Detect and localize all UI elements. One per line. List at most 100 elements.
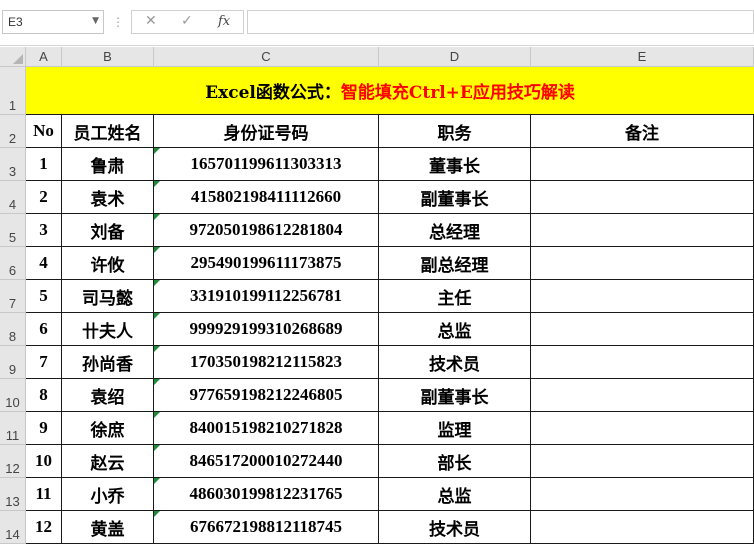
cell-note[interactable]: [531, 313, 754, 346]
row-header-9[interactable]: 9: [0, 346, 26, 379]
cell-note[interactable]: [531, 379, 754, 412]
cell-job[interactable]: 副总经理: [379, 247, 531, 280]
select-all-corner[interactable]: [0, 47, 26, 67]
cell-note[interactable]: [531, 445, 754, 478]
cell-id[interactable]: 977659198212246805: [154, 379, 379, 412]
column-header-c[interactable]: C: [154, 47, 379, 67]
row-header-4[interactable]: 4: [0, 181, 26, 214]
cell-job[interactable]: 总经理: [379, 214, 531, 247]
row-header-2[interactable]: 2: [0, 115, 26, 148]
insert-function-icon[interactable]: fx: [218, 14, 230, 29]
cell-id[interactable]: 486030199812231765: [154, 478, 379, 511]
cell-job[interactable]: 技术员: [379, 346, 531, 379]
enter-icon[interactable]: ✓: [181, 13, 193, 29]
cell-name[interactable]: 赵云: [62, 445, 154, 478]
row-header-7[interactable]: 7: [0, 280, 26, 313]
cell-name[interactable]: 许攸: [62, 247, 154, 280]
cell-id-text: 415802198411112660: [190, 187, 342, 206]
cell-id[interactable]: 676672198812118745: [154, 511, 379, 544]
cell-job[interactable]: 监理: [379, 412, 531, 445]
chevron-down-icon[interactable]: ▼: [92, 16, 99, 26]
column-header-a[interactable]: A: [26, 47, 62, 67]
header-no[interactable]: No: [26, 115, 62, 148]
cell-id[interactable]: 840015198210271828: [154, 412, 379, 445]
cell-no[interactable]: 10: [26, 445, 62, 478]
row-header-8[interactable]: 8: [0, 313, 26, 346]
cell-job[interactable]: 副董事长: [379, 181, 531, 214]
cell-note[interactable]: [531, 214, 754, 247]
cell-id-text: 486030199812231765: [189, 484, 343, 503]
cell-job[interactable]: 副董事长: [379, 379, 531, 412]
cell-no[interactable]: 11: [26, 478, 62, 511]
row-header-13[interactable]: 13: [0, 478, 26, 511]
cell-no[interactable]: 2: [26, 181, 62, 214]
row-header-12[interactable]: 12: [0, 445, 26, 478]
header-id[interactable]: 身份证号码: [154, 115, 379, 148]
cell-id[interactable]: 972050198612281804: [154, 214, 379, 247]
cell-id[interactable]: 331910199112256781: [154, 280, 379, 313]
cell-job[interactable]: 总监: [379, 313, 531, 346]
cell-note[interactable]: [531, 346, 754, 379]
cell-name[interactable]: 黄盖: [62, 511, 154, 544]
header-note[interactable]: 备注: [531, 115, 754, 148]
cell-job[interactable]: 总监: [379, 478, 531, 511]
row-header-3[interactable]: 3: [0, 148, 26, 181]
cell-note[interactable]: [531, 247, 754, 280]
header-name[interactable]: 员工姓名: [62, 115, 154, 148]
cell-id[interactable]: 295490199611173875: [154, 247, 379, 280]
cell-id[interactable]: 165701199611303313: [154, 148, 379, 181]
cell-id[interactable]: 170350198212115823: [154, 346, 379, 379]
cell-no[interactable]: 12: [26, 511, 62, 544]
cell-id-text: 999929199310268689: [189, 319, 343, 338]
cell-note[interactable]: [531, 280, 754, 313]
cell-id-text: 846517200010272440: [189, 451, 343, 470]
formula-input[interactable]: [247, 10, 754, 34]
cell-name[interactable]: 司马懿: [62, 280, 154, 313]
column-header-b[interactable]: B: [62, 47, 154, 67]
cell-no[interactable]: 1: [26, 148, 62, 181]
cell-name[interactable]: 袁绍: [62, 379, 154, 412]
cell-note[interactable]: [531, 181, 754, 214]
cell-no[interactable]: 4: [26, 247, 62, 280]
cell-name[interactable]: 小乔: [62, 478, 154, 511]
cell-job[interactable]: 主任: [379, 280, 531, 313]
cell-id[interactable]: 999929199310268689: [154, 313, 379, 346]
row-header-10[interactable]: 10: [0, 379, 26, 412]
column-header-e[interactable]: E: [531, 47, 754, 67]
cell-name[interactable]: 鲁肃: [62, 148, 154, 181]
cell-note[interactable]: [531, 511, 754, 544]
cell-note[interactable]: [531, 478, 754, 511]
cell-id[interactable]: 846517200010272440: [154, 445, 379, 478]
text-number-indicator-icon: [154, 148, 160, 154]
column-header-d[interactable]: D: [379, 47, 531, 67]
cell-no[interactable]: 8: [26, 379, 62, 412]
cell-job[interactable]: 董事长: [379, 148, 531, 181]
cell-note[interactable]: [531, 412, 754, 445]
name-box-value[interactable]: E3: [8, 15, 23, 29]
cancel-icon[interactable]: ✕: [145, 13, 157, 29]
cell-note[interactable]: [531, 148, 754, 181]
cell-name[interactable]: 卄夫人: [62, 313, 154, 346]
cell-no[interactable]: 9: [26, 412, 62, 445]
cell-name[interactable]: 袁术: [62, 181, 154, 214]
cell-no[interactable]: 5: [26, 280, 62, 313]
row-header-6[interactable]: 6: [0, 247, 26, 280]
name-box[interactable]: E3 ▼: [2, 10, 104, 34]
title-cell[interactable]: Excel函数公式： 智能填充Ctrl+E应用技巧解读: [26, 67, 754, 115]
cell-no[interactable]: 6: [26, 313, 62, 346]
header-job[interactable]: 职务: [379, 115, 531, 148]
cell-id[interactable]: 415802198411112660: [154, 181, 379, 214]
cell-name[interactable]: 孙尚香: [62, 346, 154, 379]
text-number-indicator-icon: [154, 379, 160, 385]
cell-no[interactable]: 3: [26, 214, 62, 247]
row-header-11[interactable]: 11: [0, 412, 26, 445]
row-header-14[interactable]: 14: [0, 511, 26, 544]
cell-name[interactable]: 刘备: [62, 214, 154, 247]
cell-id-text: 170350198212115823: [189, 352, 343, 371]
cell-name[interactable]: 徐庶: [62, 412, 154, 445]
row-header-1[interactable]: 1: [0, 67, 26, 115]
cell-job[interactable]: 部长: [379, 445, 531, 478]
row-header-5[interactable]: 5: [0, 214, 26, 247]
cell-job[interactable]: 技术员: [379, 511, 531, 544]
cell-no[interactable]: 7: [26, 346, 62, 379]
